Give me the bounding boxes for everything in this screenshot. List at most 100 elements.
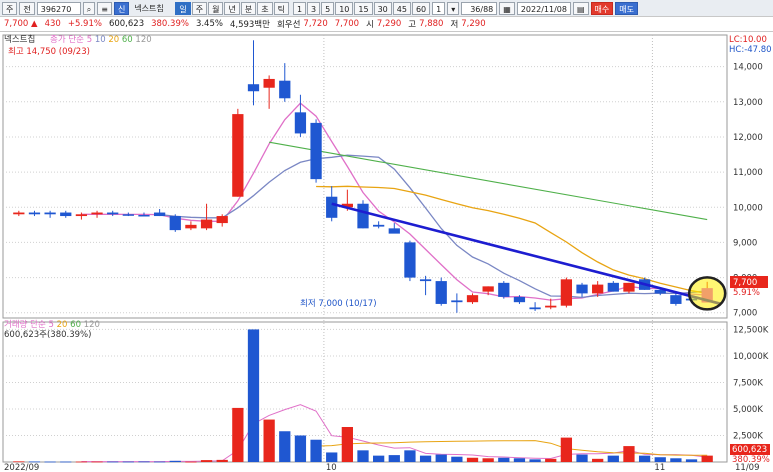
candle-body xyxy=(28,212,41,215)
open-label: 시 xyxy=(366,20,374,30)
candle-body xyxy=(13,212,25,215)
count-field[interactable]: 1 xyxy=(432,1,446,15)
stock-chart[interactable]: 14,00013,00012,00011,00010,0009,0008,000… xyxy=(0,32,773,472)
date-field[interactable]: 2022/11/08 xyxy=(516,1,571,15)
market-toggle[interactable]: 전 xyxy=(19,1,35,15)
candle-body xyxy=(373,224,385,227)
page-counter: 36/88 xyxy=(461,1,498,15)
date-tick-label: 11 xyxy=(654,463,665,472)
minute-tabs: 1 3 5 10 15 30 45 60 xyxy=(292,1,431,15)
open-value: 7,290 xyxy=(376,19,402,29)
period-tab-5[interactable]: 초 xyxy=(257,1,273,15)
volume-bar xyxy=(341,427,353,462)
current-pct-tag: 5.91% xyxy=(733,288,760,298)
period-tab-3[interactable]: 년 xyxy=(224,1,240,15)
price-tick-label: 7,000 xyxy=(733,309,757,319)
candle-body xyxy=(310,122,322,180)
grid-icon[interactable]: ▦ xyxy=(499,1,515,15)
highlight-circle xyxy=(687,276,727,311)
volume-bar xyxy=(216,459,228,462)
chart-background xyxy=(0,32,773,472)
volume-bar xyxy=(685,459,698,462)
candle-body xyxy=(185,224,197,229)
volume-bar xyxy=(44,461,56,463)
trade-amount: 4,593백만 xyxy=(229,20,270,30)
volume-bar xyxy=(60,461,72,463)
volume-bar xyxy=(247,329,260,462)
volume-bar xyxy=(279,431,291,462)
candle-body xyxy=(404,242,416,278)
volume-bar xyxy=(529,459,541,462)
volume-bar xyxy=(294,435,307,462)
low-label: 저 xyxy=(450,20,459,30)
volume-legend-20: 20 xyxy=(57,320,71,330)
volume-bar xyxy=(200,460,213,462)
candle-body xyxy=(560,279,573,306)
search-icon[interactable]: ⌕ xyxy=(82,1,96,15)
candle-body xyxy=(200,219,213,229)
minute-tab-10[interactable]: 10 xyxy=(335,1,354,15)
price-tick-label: 12,000 xyxy=(733,133,763,143)
volume-bar xyxy=(91,461,103,463)
change-percent: +5.91% xyxy=(67,19,102,29)
volume-bar xyxy=(373,455,385,462)
volume-bar xyxy=(185,461,197,463)
volume-bar xyxy=(701,455,713,462)
volume-bar xyxy=(435,454,447,462)
volume-bar xyxy=(560,437,573,462)
low-value: 7,290 xyxy=(461,19,486,29)
minute-tab-15[interactable]: 15 xyxy=(354,1,373,15)
high-value: 7,880 xyxy=(419,19,444,29)
mode-select[interactable]: 주 xyxy=(2,1,18,15)
minute-tab-1[interactable]: 1 xyxy=(292,1,307,15)
minute-tab-5[interactable]: 5 xyxy=(321,1,335,15)
volume-bar xyxy=(654,457,666,462)
candle-body xyxy=(357,203,369,229)
volume-bar xyxy=(451,456,463,462)
volume-bar xyxy=(545,458,557,462)
period-tab-0[interactable]: 일 xyxy=(175,1,191,15)
stock-code-input[interactable]: 396270 xyxy=(36,1,81,15)
period-tab-1[interactable]: 주 xyxy=(191,1,208,15)
volume-bar xyxy=(153,461,166,463)
candle-body xyxy=(107,212,119,215)
candle-body xyxy=(326,196,338,218)
menu-icon[interactable]: ≡ xyxy=(97,1,112,15)
candle-body xyxy=(294,112,307,134)
candle-body xyxy=(75,214,88,217)
buy-button[interactable]: 매수 xyxy=(590,1,614,15)
high-label: 고 xyxy=(408,20,417,30)
quote-bar: 7,700 ▲ 430 +5.91% 600,623 380.39% 3.45%… xyxy=(0,17,773,32)
new-badge: 신 xyxy=(113,1,130,15)
ma-legend-20: 20 xyxy=(108,35,122,45)
price-tick-label: 9,000 xyxy=(733,238,757,248)
minute-tab-3[interactable]: 3 xyxy=(307,1,321,15)
ma-legend-120: 120 xyxy=(135,35,151,45)
volume-bar xyxy=(466,457,479,462)
minute-tab-30[interactable]: 30 xyxy=(373,1,392,15)
volume-bar xyxy=(107,461,119,463)
candle-body xyxy=(623,282,635,292)
toolbar: 주 전 396270 ⌕ ≡ 신 넥스트칩 일주월년분초틱 1 3 5 10 15 30 4… xyxy=(0,0,773,17)
period-tab-2[interactable]: 월 xyxy=(208,1,224,15)
ma-legend-5: 5 xyxy=(87,35,95,45)
volume-bar xyxy=(670,458,682,462)
chevron-down-icon[interactable]: ▾ xyxy=(447,1,460,15)
candle-body xyxy=(419,279,432,282)
volume-ma-legend: 거래량 단순 5 20 60 120 xyxy=(4,319,100,330)
volume-legend-60: 60 xyxy=(70,320,84,330)
candle-body xyxy=(232,114,244,197)
volume-legend-5: 5 xyxy=(49,320,57,330)
sell-button[interactable]: 매도 xyxy=(615,1,638,15)
date-tick-label: 2022/09 xyxy=(4,463,39,472)
volume-bar xyxy=(310,439,322,462)
period-tab-6[interactable]: 틱 xyxy=(273,1,289,15)
minute-tab-45[interactable]: 45 xyxy=(392,1,411,15)
period-tab-4[interactable]: 분 xyxy=(240,1,257,15)
calendar-icon[interactable]: ▤ xyxy=(572,1,589,15)
minute-tab-60[interactable]: 60 xyxy=(411,1,431,15)
turnover-rate: 3.45% xyxy=(195,19,223,29)
candle-body xyxy=(607,282,619,292)
candle-body xyxy=(138,214,150,217)
candle-body xyxy=(592,284,604,294)
